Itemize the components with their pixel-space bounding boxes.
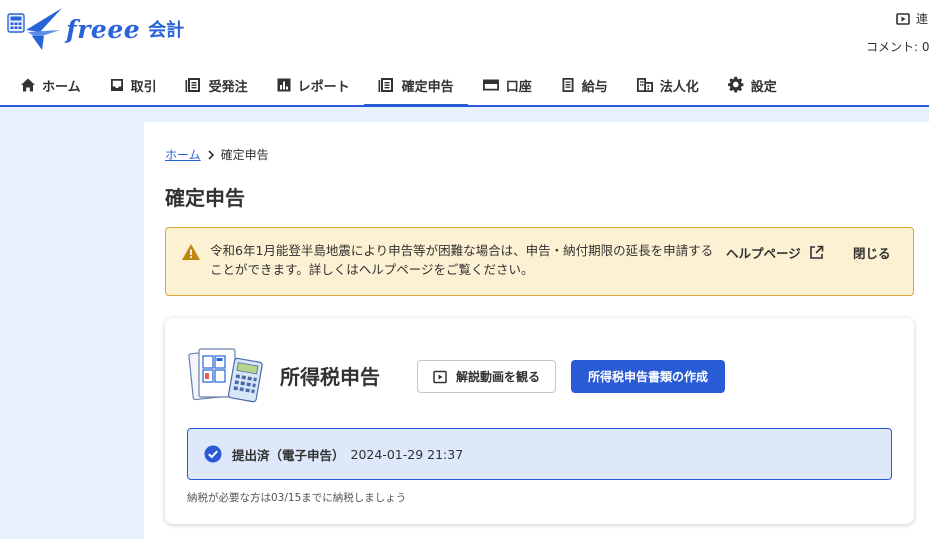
page-title: 確定申告 [165, 186, 245, 210]
watch-video-label: 解説動画を観る [455, 370, 540, 384]
help-page-link[interactable]: ヘルプページ [726, 243, 824, 262]
nav-label: 給与 [581, 79, 608, 95]
nav-label: 法人化 [659, 79, 699, 95]
help-page-label: ヘルプページ [726, 246, 801, 261]
nav-label: レポート [297, 79, 350, 95]
nav-item-payroll[interactable]: 給与 [546, 64, 622, 106]
connect-label: 連 [916, 12, 929, 26]
nav-label: 設定 [750, 79, 777, 95]
main-content: ホーム 確定申告 確定申告 令和6年1月能登半島地震により申告等が困難な場合は、… [144, 122, 929, 539]
main-nav: ホーム 取引 受発注 レポート 確定申告 口座 給与 法人化 設定 [0, 64, 791, 107]
submission-status: 提出済（電子申告） 2024-01-29 21:37 [187, 428, 892, 480]
nav-label: 取引 [130, 79, 157, 95]
external-link-icon [809, 245, 824, 259]
play-square-icon [896, 12, 910, 25]
payment-deadline-note: 納税が必要な方は03/15までに納税しましょう [187, 492, 407, 504]
play-square-icon [433, 370, 447, 383]
comment-counter[interactable]: コメント: 0 [866, 38, 929, 55]
logo-wordmark: freee [66, 14, 141, 44]
nav-item-accounts[interactable]: 口座 [468, 64, 546, 106]
inbox-icon [110, 79, 123, 91]
chevron-right-icon [207, 149, 215, 160]
credit-card-icon [482, 79, 499, 91]
nav-item-transactions[interactable]: 取引 [95, 64, 171, 106]
nav-label: 受発注 [208, 79, 248, 95]
breadcrumb-home-link[interactable]: ホーム [165, 146, 201, 163]
nav-label: 確定申告 [401, 79, 454, 95]
warning-icon [182, 244, 200, 260]
home-icon [21, 78, 35, 92]
notice-text: 令和6年1月能登半島地震により申告等が困難な場合は、申告・納付期限の延長を申請す… [210, 243, 714, 277]
calculator-bird-icon [7, 8, 62, 50]
nav-item-reports[interactable]: レポート [262, 64, 364, 106]
watch-video-button[interactable]: 解説動画を観る [417, 360, 556, 393]
nav-item-settings[interactable]: 設定 [713, 64, 791, 106]
create-tax-documents-button[interactable]: 所得税申告書類の作成 [571, 360, 725, 393]
tax-document-icon [378, 78, 393, 92]
logo-product-name: 会計 [148, 20, 185, 41]
notice-banner: 令和6年1月能登半島地震により申告等が困難な場合は、申告・納付期限の延長を申請す… [165, 227, 914, 296]
breadcrumb-current: 確定申告 [220, 148, 269, 162]
close-notice-button[interactable]: 閉じる [853, 243, 891, 262]
app-header: freee 会計 連 コメント: 0 ホーム 取引 受発注 レポート 確定申告 [0, 0, 929, 107]
income-tax-card: 所得税申告 解説動画を観る 所得税申告書類の作成 提出済（電子申告） 2024-… [165, 318, 914, 524]
document-icon [185, 78, 200, 92]
tax-documents-calculator-icon [188, 348, 263, 403]
nav-item-tax-return[interactable]: 確定申告 [363, 64, 468, 107]
receipt-icon [562, 78, 574, 92]
breadcrumb: ホーム 確定申告 [165, 146, 269, 163]
check-circle-icon [204, 445, 222, 463]
building-icon [636, 78, 653, 92]
nav-item-orders[interactable]: 受発注 [171, 64, 262, 106]
status-date: 2024-01-29 21:37 [350, 446, 464, 462]
freee-logo[interactable]: freee 会計 [6, 6, 184, 52]
connect-link[interactable]: 連 [896, 10, 928, 27]
gear-icon [727, 76, 744, 93]
nav-item-home[interactable]: ホーム [0, 64, 95, 106]
card-title: 所得税申告 [280, 365, 380, 389]
nav-item-incorporation[interactable]: 法人化 [622, 64, 713, 106]
nav-label: 口座 [505, 79, 532, 95]
chart-icon [277, 78, 291, 92]
status-label: 提出済（電子申告） [232, 447, 345, 463]
nav-label: ホーム [42, 79, 81, 95]
